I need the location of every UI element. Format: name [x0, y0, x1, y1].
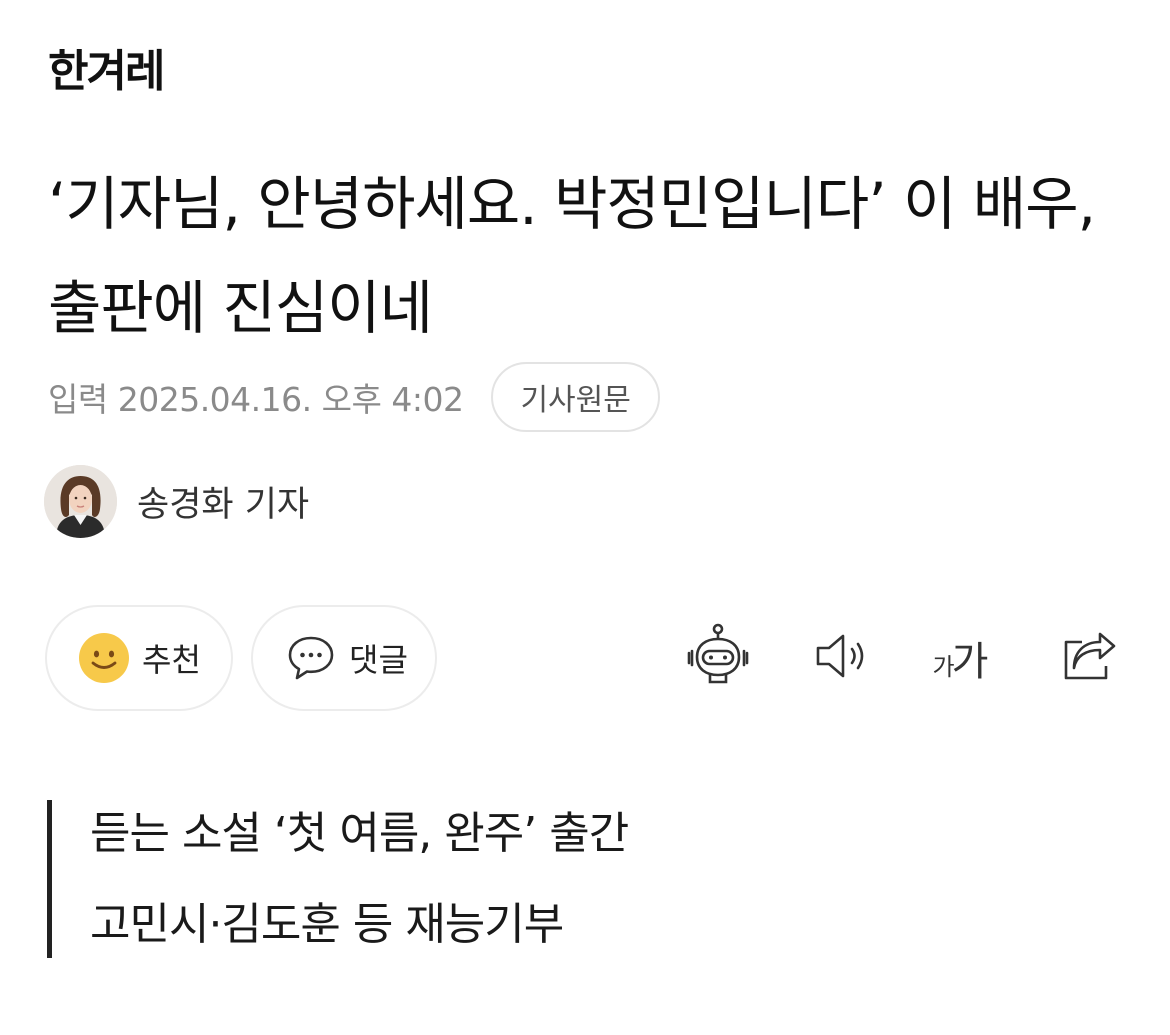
- speech-bubble-icon: [285, 632, 337, 684]
- brand-logo[interactable]: 한겨레: [48, 42, 165, 102]
- recommend-button[interactable]: 추천: [45, 605, 233, 711]
- article-date: 입력 2025.04.16. 오후 4:02: [48, 380, 464, 419]
- ai-summary-button[interactable]: [680, 620, 756, 696]
- article-meta: 입력 2025.04.16. 오후 4:02 기사원문: [48, 360, 660, 434]
- comment-label: 댓글: [349, 641, 408, 679]
- smile-icon: [78, 632, 130, 684]
- original-article-button[interactable]: 기사원문: [491, 362, 660, 432]
- font-size-small-glyph: 가: [932, 653, 955, 681]
- author-byline[interactable]: 송경화 기자: [44, 465, 309, 538]
- share-icon: [1058, 628, 1118, 688]
- summary-line: 듣는 소설 ‘첫 여름, 완주’ 출간: [90, 808, 629, 859]
- summary-line: 고민시·김도훈 등 재능기부: [90, 899, 564, 950]
- robot-icon: [683, 623, 753, 693]
- article-headline: ‘기자님, 안녕하세요. 박정민입니다’ 이 배우, 출판에 진심이네: [48, 170, 1096, 342]
- font-size-button[interactable]: 가 가: [922, 620, 998, 696]
- font-size-icon: 가 가: [932, 629, 989, 687]
- article-summary: 듣는 소설 ‘첫 여름, 완주’ 출간 고민시·김도훈 등 재능기부: [47, 800, 629, 958]
- avatar-portrait-icon: [44, 465, 117, 538]
- share-button[interactable]: [1050, 620, 1126, 696]
- recommend-label: 추천: [142, 641, 201, 679]
- font-size-big-glyph: 가: [951, 639, 989, 685]
- text-to-speech-button[interactable]: [804, 620, 880, 696]
- speaker-icon: [812, 630, 872, 686]
- author-name[interactable]: 송경화 기자: [137, 476, 309, 527]
- comment-button[interactable]: 댓글: [251, 605, 437, 711]
- author-avatar[interactable]: [44, 465, 117, 538]
